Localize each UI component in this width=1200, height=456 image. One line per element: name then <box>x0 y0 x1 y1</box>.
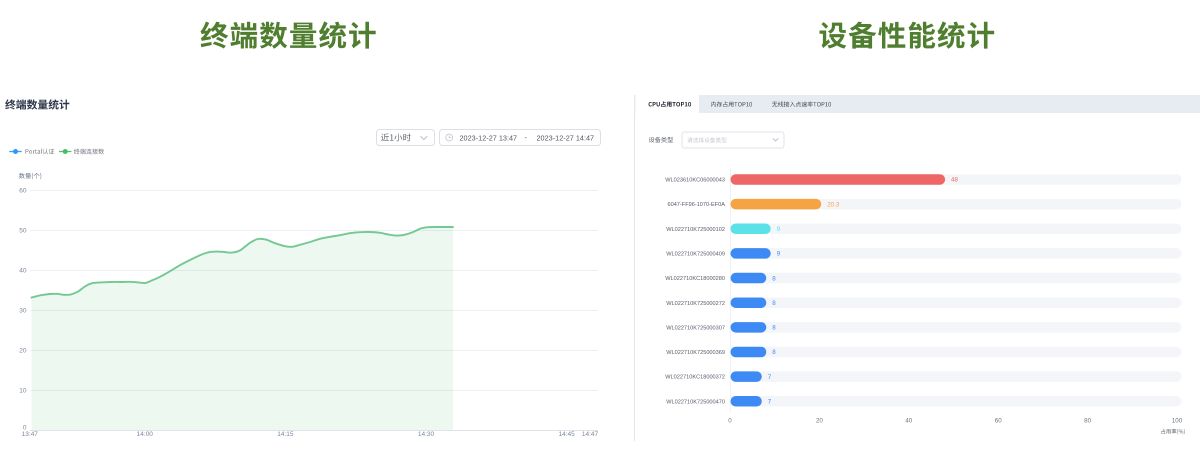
svg-text:13:47: 13:47 <box>22 431 39 438</box>
svg-text:50: 50 <box>19 228 27 235</box>
svg-text:7: 7 <box>768 374 772 381</box>
svg-text:30: 30 <box>19 308 27 315</box>
svg-text:8: 8 <box>772 300 776 307</box>
svg-text:8: 8 <box>772 349 776 356</box>
svg-text:60: 60 <box>19 188 27 195</box>
svg-text:WL023610KC06000043: WL023610KC06000043 <box>665 178 725 184</box>
svg-text:0: 0 <box>728 418 732 425</box>
svg-text:10: 10 <box>19 388 27 395</box>
svg-text:2023-12-27 13:47: 2023-12-27 13:47 <box>460 133 518 142</box>
svg-text:60: 60 <box>995 418 1002 425</box>
svg-text:20.3: 20.3 <box>827 201 840 208</box>
svg-text:14:15: 14:15 <box>277 431 294 438</box>
svg-text:WL022710KC18000280: WL022710KC18000280 <box>665 276 725 282</box>
svg-text:20: 20 <box>816 418 823 425</box>
svg-text:80: 80 <box>1084 418 1091 425</box>
svg-text:20: 20 <box>19 348 27 355</box>
svg-text:100: 100 <box>1172 418 1183 425</box>
svg-text:WL022710K725000369: WL022710K725000369 <box>666 350 725 356</box>
svg-text:8: 8 <box>772 275 776 282</box>
svg-text:7: 7 <box>768 398 772 405</box>
svg-text:WL022710KC18000372: WL022710KC18000372 <box>665 375 725 381</box>
svg-text:WL022710K725000470: WL022710K725000470 <box>666 399 725 405</box>
svg-text:40: 40 <box>905 418 912 425</box>
svg-text:6047-FF96-1070-EF0A: 6047-FF96-1070-EF0A <box>667 202 725 208</box>
svg-text:WL022710K725000409: WL022710K725000409 <box>666 252 725 258</box>
svg-text:14:45: 14:45 <box>558 431 575 438</box>
svg-text:14:47: 14:47 <box>582 431 599 438</box>
svg-text:14:30: 14:30 <box>418 431 435 438</box>
svg-text:WL022710K725000307: WL022710K725000307 <box>666 325 725 331</box>
svg-text:8: 8 <box>772 325 776 332</box>
svg-text:WL022710K725000272: WL022710K725000272 <box>666 301 725 307</box>
svg-text:9: 9 <box>777 226 781 233</box>
svg-text:2023-12-27 14:47: 2023-12-27 14:47 <box>537 133 595 142</box>
svg-text:14:00: 14:00 <box>137 431 154 438</box>
svg-text:WL022710K725000102: WL022710K725000102 <box>666 227 725 233</box>
svg-text:48: 48 <box>951 177 958 184</box>
svg-text:9: 9 <box>777 251 781 258</box>
svg-text:40: 40 <box>19 268 27 275</box>
